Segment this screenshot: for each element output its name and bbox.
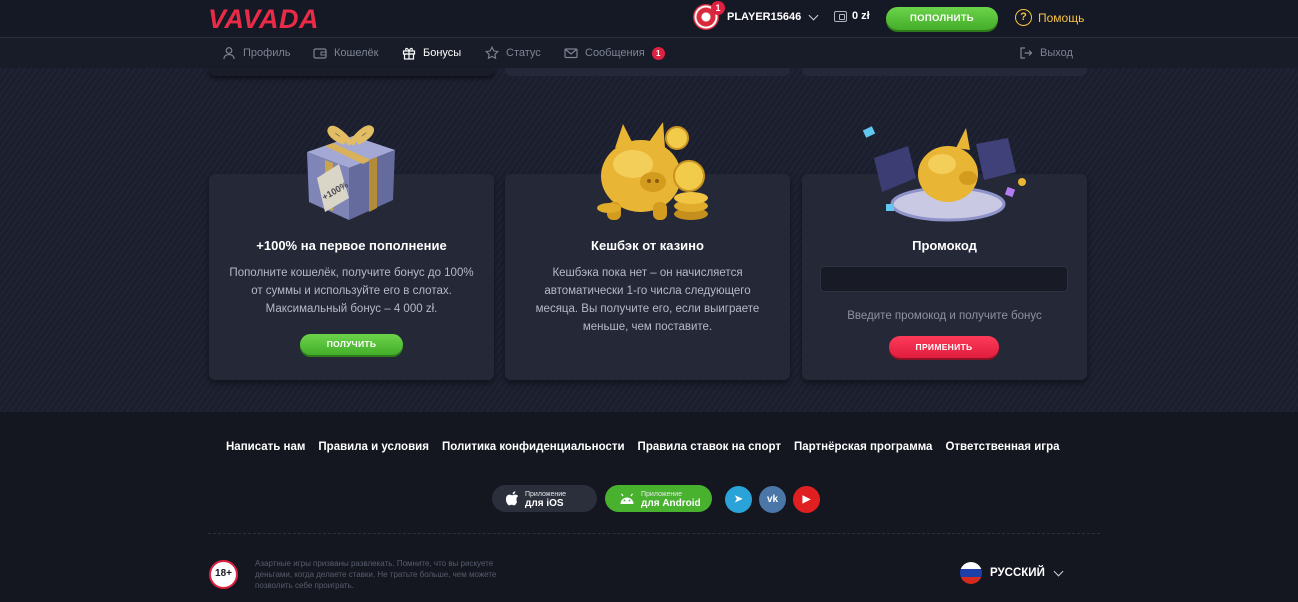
language-label: РУССКИЙ	[990, 567, 1045, 579]
tab-profile[interactable]: Профиль	[222, 38, 291, 68]
ios-app-button[interactable]: Приложение для iOS	[492, 485, 597, 512]
language-selector[interactable]: РУССКИЙ	[960, 562, 1064, 584]
deposit-bonus-title: +100% на первое пополнение	[256, 238, 447, 253]
tab-label: Кошелёк	[334, 47, 379, 59]
footer-link-affiliate[interactable]: Партнёрская программа	[794, 441, 932, 453]
footer-link-betting-rules[interactable]: Правила ставок на спорт	[638, 441, 781, 453]
tab-label: Сообщения	[585, 47, 645, 59]
footer-link-contact[interactable]: Написать нам	[226, 441, 305, 453]
bonuses-section: +100% +100% на первое пополнение Пополни…	[0, 68, 1298, 412]
cashback-card: Кешбэк от казино Кешбэка пока нет – он н…	[505, 122, 790, 380]
footer: Написать нам Правила и условия Политика …	[0, 412, 1298, 602]
footer-links: Написать нам Правила и условия Политика …	[226, 441, 1060, 453]
user-menu[interactable]: 1 PLAYER15646	[693, 1, 819, 30]
chevron-down-icon[interactable]	[1053, 566, 1064, 576]
deposit-button[interactable]: ПОПОЛНИТЬ	[886, 7, 998, 30]
russian-flag-icon	[960, 562, 982, 584]
promo-illustration	[862, 126, 1026, 222]
header: VAVADA 1 PLAYER15646 0 zł ПОПОЛНИТЬ ? По…	[0, 0, 1298, 36]
footer-link-responsible[interactable]: Ответственная игра	[945, 441, 1059, 453]
balance-value: 0 zł	[852, 10, 870, 22]
get-bonus-button[interactable]: ПОЛУЧИТЬ	[300, 334, 403, 355]
previous-card-edge	[505, 68, 790, 76]
footer-divider	[208, 533, 1100, 534]
help-label: Помощь	[1038, 10, 1085, 25]
gambling-disclaimer: Азартные игры призваны развлекать. Помни…	[255, 559, 497, 590]
gift-box-illustration: +100%	[307, 125, 395, 220]
promo-hint: Введите промокод и получите бонус	[847, 310, 1042, 322]
previous-card-edge	[209, 68, 494, 76]
cashback-description: Кешбэка пока нет – он начисляется автома…	[535, 267, 760, 333]
chevron-down-icon[interactable]	[808, 10, 819, 20]
wallet-icon	[313, 48, 327, 59]
logout-label: Выход	[1040, 47, 1073, 59]
promo-code-card: Промокод Введите промокод и получите бон…	[802, 126, 1087, 380]
cashback-title: Кешбэк от казино	[591, 238, 704, 253]
age-restriction-badge: 18+	[209, 560, 238, 589]
user-icon	[223, 47, 235, 60]
tab-label: Профиль	[243, 47, 291, 59]
username[interactable]: PLAYER15646	[727, 11, 801, 23]
wallet-icon	[834, 10, 847, 22]
tab-label: Статус	[506, 47, 541, 59]
promo-title: Промокод	[912, 238, 977, 253]
tab-label: Бонусы	[423, 47, 462, 59]
previous-card-edge	[802, 68, 1087, 76]
app-platform: для Android	[641, 497, 701, 509]
vk-icon[interactable]: vk	[759, 486, 786, 513]
mail-icon	[564, 48, 578, 59]
tab-bonuses[interactable]: Бонусы	[395, 38, 468, 70]
youtube-icon[interactable]: ▶	[793, 486, 820, 513]
balance-display[interactable]: 0 zł	[834, 10, 870, 22]
deposit-bonus-description: Пополните кошелёк, получите бонус до 100…	[229, 267, 474, 315]
deposit-bonus-card: +100% +100% на первое пополнение Пополни…	[209, 125, 494, 380]
tab-wallet[interactable]: Кошелёк	[313, 38, 378, 68]
messages-badge: 1	[651, 46, 665, 60]
footer-link-privacy[interactable]: Политика конфиденциальности	[442, 441, 625, 453]
tab-messages[interactable]: Сообщения 1	[564, 38, 665, 68]
apply-promo-button[interactable]: ПРИМЕНИТЬ	[889, 336, 999, 358]
gift-icon	[402, 47, 416, 60]
account-nav: Профиль Кошелёк Бонусы Статус Сообщения …	[0, 37, 1298, 70]
logout-button[interactable]: Выход	[1019, 38, 1073, 68]
logout-icon	[1020, 47, 1033, 59]
footer-link-terms[interactable]: Правила и условия	[318, 441, 429, 453]
apple-icon	[506, 491, 519, 506]
avatar[interactable]: 1	[693, 1, 725, 30]
star-icon	[485, 46, 499, 60]
notification-badge: 1	[711, 1, 725, 15]
telegram-icon[interactable]: ➤	[725, 486, 752, 513]
tab-status[interactable]: Статус	[485, 38, 541, 68]
android-app-button[interactable]: Приложение для Android	[605, 485, 712, 512]
android-icon	[620, 492, 634, 504]
vavada-logo[interactable]: VAVADA	[208, 4, 319, 35]
app-platform: для iOS	[525, 497, 564, 509]
help-link[interactable]: ? Помощь	[1015, 9, 1084, 26]
promo-code-input[interactable]	[820, 266, 1068, 292]
app-links: Приложение для iOS Приложение для Android …	[0, 485, 1298, 513]
question-icon: ?	[1015, 9, 1032, 26]
piggy-bank-illustration	[597, 122, 708, 220]
